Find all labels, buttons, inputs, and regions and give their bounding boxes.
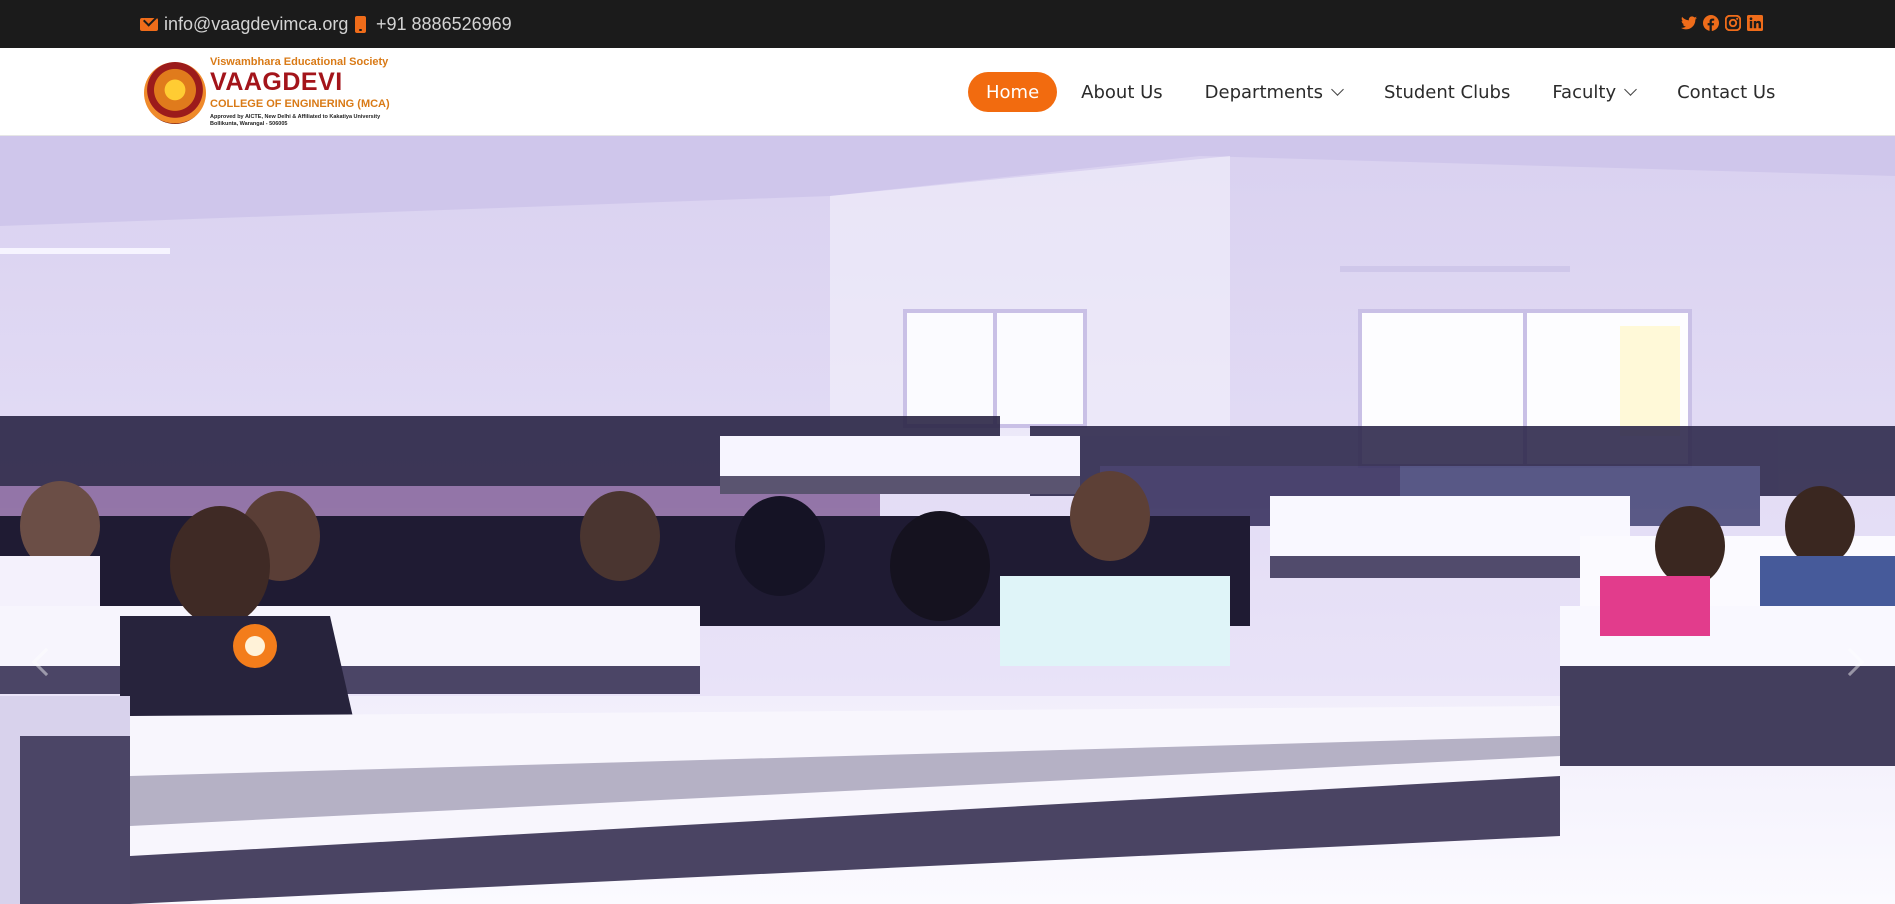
chevron-down-icon (1331, 83, 1344, 96)
college-emblem-icon (144, 62, 206, 124)
mail-icon (140, 17, 158, 31)
nav-contact[interactable]: Contact Us (1659, 72, 1793, 112)
top-bar: info@vaagdevimca.org +91 8886526969 (0, 0, 1895, 48)
nav-about[interactable]: About Us (1063, 72, 1181, 112)
nav-about-label: About Us (1081, 81, 1163, 103)
logo-name: VAAGDEVI (210, 68, 343, 96)
linkedin-icon[interactable] (1746, 14, 1764, 32)
nav-student-clubs[interactable]: Student Clubs (1366, 72, 1528, 112)
nav-home[interactable]: Home (968, 72, 1058, 112)
nav-faculty-label: Faculty (1552, 81, 1617, 103)
logo-approval-line1: Approved by AICTE, New Delhi & Affiliate… (210, 114, 381, 120)
phone-text[interactable]: +91 8886526969 (376, 14, 512, 35)
phone-icon (355, 15, 366, 33)
logo-college: COLLEGE OF ENGINERING (MCA) (210, 98, 390, 110)
site-header: Viswambhara Educational Society VAAGDEVI… (0, 48, 1895, 136)
nav-departments-label: Departments (1204, 81, 1323, 103)
nav-faculty[interactable]: Faculty (1534, 72, 1653, 112)
nav-home-label: Home (986, 81, 1040, 103)
nav-contact-label: Contact Us (1677, 81, 1776, 103)
chevron-down-icon (1624, 83, 1637, 96)
email-text[interactable]: info@vaagdevimca.org (164, 14, 348, 35)
twitter-icon[interactable] (1680, 14, 1698, 32)
instagram-icon[interactable] (1724, 14, 1742, 32)
logo-approval-line2: Bollikunta, Warangal - 506005 (210, 121, 288, 127)
college-logo[interactable]: Viswambhara Educational Society VAAGDEVI… (142, 54, 404, 130)
phone-contact[interactable]: +91 8886526969 (355, 0, 512, 48)
social-links (1680, 14, 1764, 32)
main-nav: Home About Us Departments Student Clubs … (968, 48, 1793, 136)
nav-departments[interactable]: Departments (1187, 72, 1360, 112)
hero-slider (0, 136, 1895, 904)
logo-society: Viswambhara Educational Society (210, 56, 389, 68)
facebook-icon[interactable] (1702, 14, 1720, 32)
classroom-photo (0, 136, 1895, 904)
logo-approval: Approved by AICTE, New Delhi & Affiliate… (210, 114, 380, 128)
email-contact[interactable]: info@vaagdevimca.org (140, 0, 348, 48)
nav-student-clubs-label: Student Clubs (1383, 81, 1511, 103)
